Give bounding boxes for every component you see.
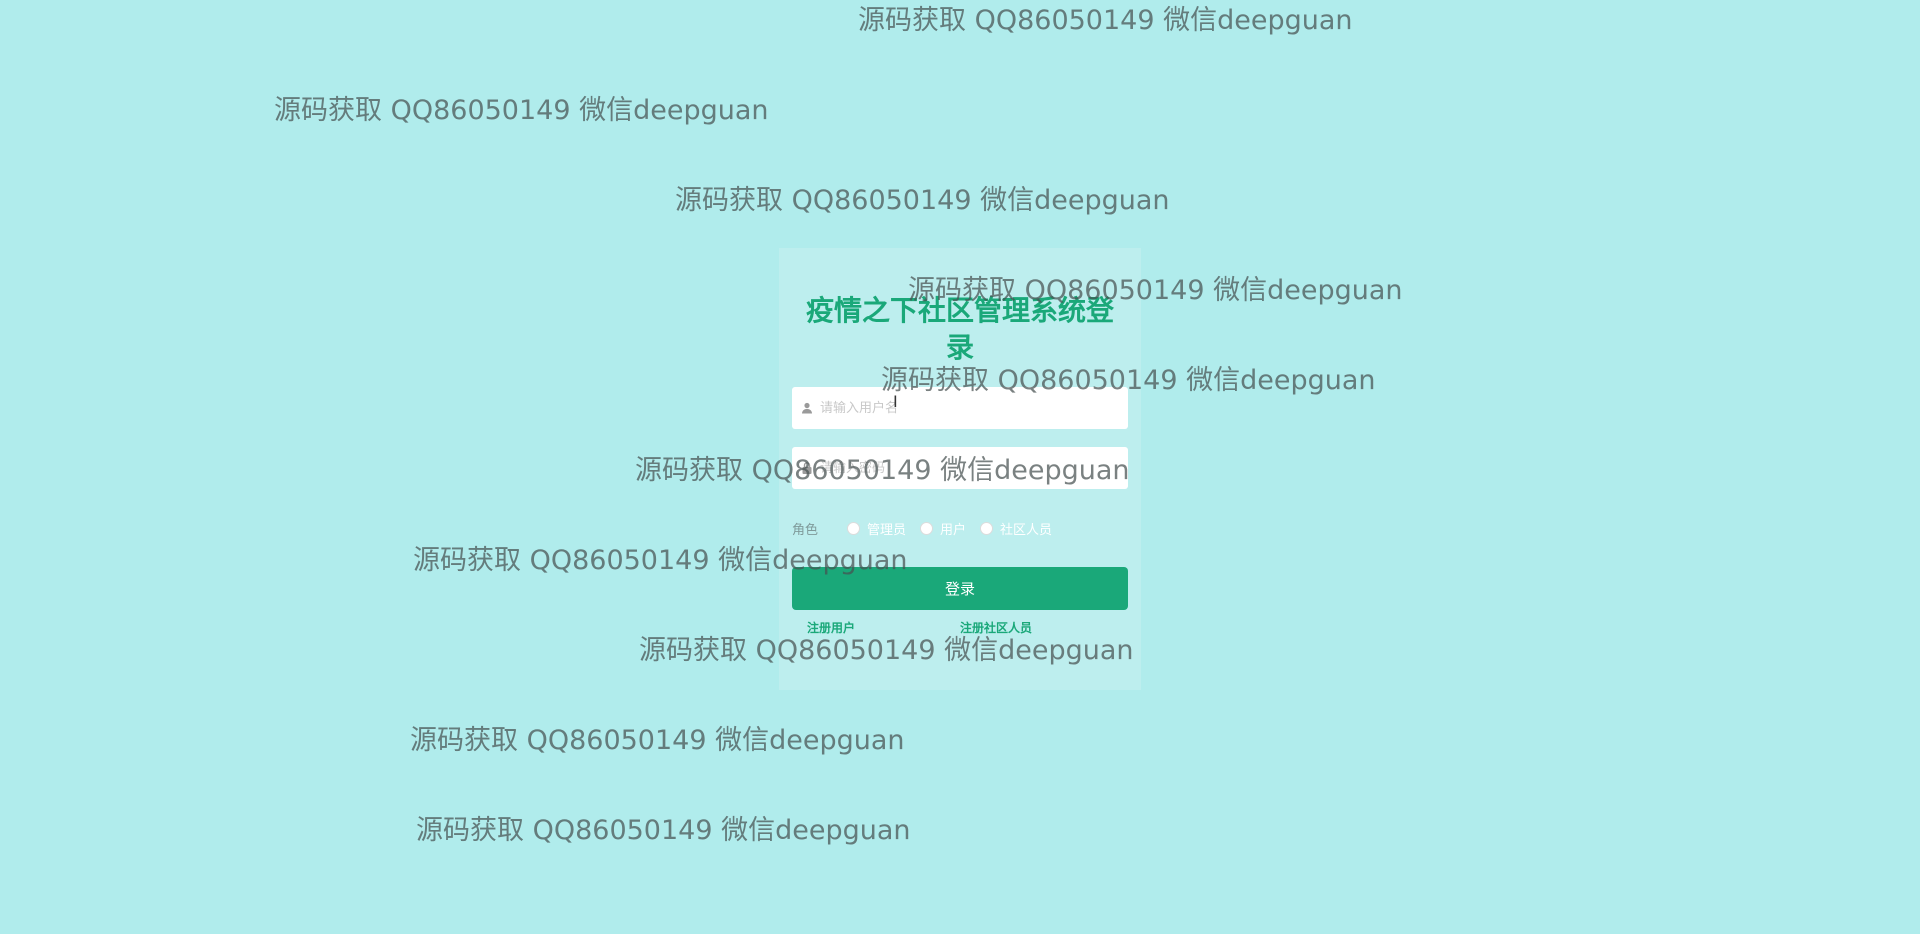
role-option-label: 管理员 <box>867 522 907 538</box>
login-card: 疫情之下社区管理系统登录 角色 管理员 用户 <box>779 248 1141 690</box>
password-input[interactable] <box>820 447 1120 489</box>
register-staff-link[interactable]: 注册社区人员 <box>960 619 1032 636</box>
role-option-user[interactable]: 用户 <box>920 519 966 538</box>
text-cursor-icon: I <box>893 393 898 411</box>
role-option-admin[interactable]: 管理员 <box>847 519 906 538</box>
radio-admin[interactable] <box>847 521 860 535</box>
role-option-label: 社区人员 <box>1000 522 1053 538</box>
watermark: 源码获取 QQ86050149 微信deepguan <box>410 725 905 756</box>
role-option-label: 用户 <box>940 522 967 538</box>
watermark: 源码获取 QQ86050149 微信deepguan <box>675 185 1170 216</box>
watermark: 源码获取 QQ86050149 微信deepguan <box>858 5 1353 36</box>
username-input[interactable] <box>820 387 1120 429</box>
role-option-community-staff[interactable]: 社区人员 <box>980 519 1052 538</box>
watermark: 源码获取 QQ86050149 微信deepguan <box>274 95 769 126</box>
watermark: 源码获取 QQ86050149 微信deepguan <box>416 815 911 846</box>
lock-icon <box>800 460 814 474</box>
password-field[interactable] <box>792 447 1128 489</box>
role-selector: 角色 管理员 用户 社区人员 <box>792 518 1066 538</box>
username-field[interactable] <box>792 387 1128 429</box>
radio-community-staff[interactable] <box>980 521 994 535</box>
login-title: 疫情之下社区管理系统登录 <box>805 294 1114 364</box>
login-button[interactable]: 登录 <box>792 567 1128 610</box>
role-label: 角色 <box>792 522 819 538</box>
register-user-link[interactable]: 注册用户 <box>807 619 855 636</box>
user-icon <box>800 400 814 414</box>
radio-user[interactable] <box>920 521 934 535</box>
